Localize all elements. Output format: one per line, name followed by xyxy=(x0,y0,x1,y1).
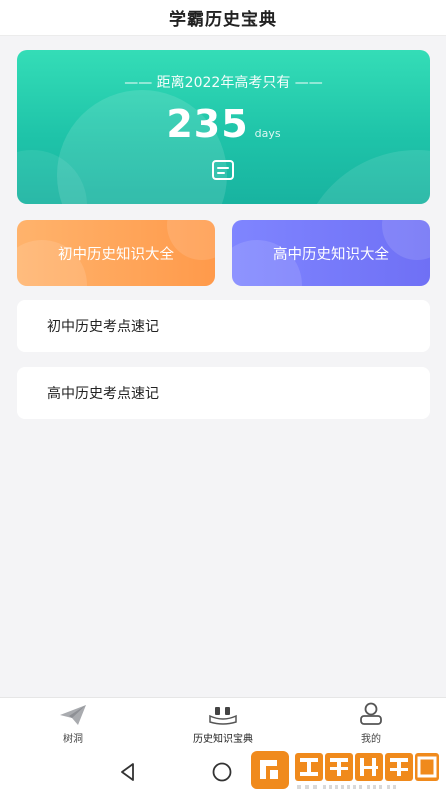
countdown-days-number: 235 xyxy=(166,102,249,146)
paper-plane-icon xyxy=(60,705,86,725)
senior-history-card-label: 高中历史知识大全 xyxy=(273,246,389,263)
nav-tab-label: 我的 xyxy=(361,734,381,745)
watermark-logo xyxy=(247,748,443,794)
junior-history-card-label: 初中历史知识大全 xyxy=(58,246,174,263)
decor-bubble xyxy=(382,220,430,260)
list-item-junior-quick-notes[interactable]: 初中历史考点速记 xyxy=(17,300,430,352)
nav-tab-label: 树洞 xyxy=(63,734,83,745)
page-title: 学霸历史宝典 xyxy=(169,10,277,30)
calendar-icon[interactable] xyxy=(211,159,235,181)
decor-bubble xyxy=(297,150,430,204)
back-triangle-icon[interactable] xyxy=(117,761,139,783)
countdown-days-unit: days xyxy=(254,127,281,140)
nav-tab-tree-hole[interactable]: 树洞 xyxy=(18,698,128,750)
bottom-navigation: 树洞 历史知识宝典 我的 xyxy=(0,697,446,749)
decor-bubble xyxy=(167,220,215,260)
junior-history-card[interactable]: 初中历史知识大全 xyxy=(17,220,215,286)
books-icon xyxy=(209,707,237,725)
nav-tab-history-book[interactable]: 历史知识宝典 xyxy=(168,698,278,750)
senior-history-card[interactable]: 高中历史知识大全 xyxy=(232,220,430,286)
nav-tab-label: 历史知识宝典 xyxy=(193,734,253,745)
countdown-value: 235 days xyxy=(17,102,430,146)
home-circle-icon[interactable] xyxy=(211,761,233,783)
list-item-label: 高中历史考点速记 xyxy=(47,386,159,402)
top-header: 学霸历史宝典 xyxy=(0,0,446,36)
app-screen: 学霸历史宝典 —— 距离2022年高考只有 —— 235 days 初中历史知识… xyxy=(0,0,446,796)
exam-countdown-banner: —— 距离2022年高考只有 —— 235 days xyxy=(17,50,430,204)
countdown-label: —— 距离2022年高考只有 —— xyxy=(124,75,323,91)
list-item-label: 初中历史考点速记 xyxy=(47,319,159,335)
nav-tab-mine[interactable]: 我的 xyxy=(316,698,426,750)
user-icon xyxy=(360,702,382,725)
list-item-senior-quick-notes[interactable]: 高中历史考点速记 xyxy=(17,367,430,419)
